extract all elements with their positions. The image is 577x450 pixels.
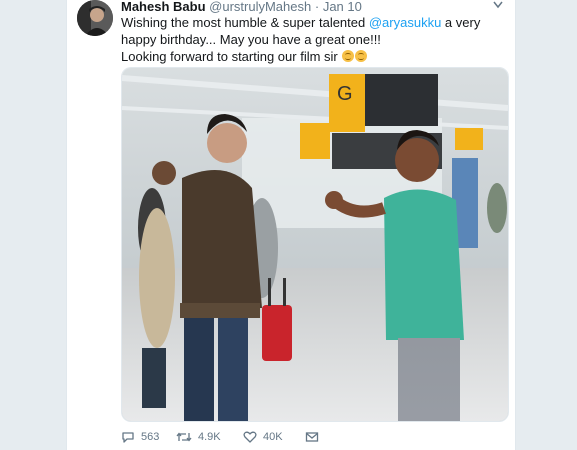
like-button[interactable]: 40K: [243, 430, 283, 444]
avatar-image: [77, 0, 113, 36]
smiling-face-emoji-icon: [342, 50, 355, 62]
envelope-icon: [305, 432, 319, 442]
tweet-text-part1: Wishing the most humble & super talented: [121, 15, 369, 30]
author-name[interactable]: Mahesh Babu: [121, 0, 206, 14]
retweet-count: 4.9K: [198, 431, 221, 443]
retweet-icon: [176, 432, 192, 442]
tweet-photo[interactable]: G: [121, 67, 509, 422]
reply-icon: [122, 432, 134, 443]
reply-count: 563: [141, 431, 160, 443]
author-handle[interactable]: @urstrulyMahesh: [209, 0, 311, 14]
tweet-text-line2: Looking forward to starting our film sir: [121, 49, 338, 64]
reply-button[interactable]: 563: [121, 430, 159, 444]
like-count: 40K: [263, 431, 283, 443]
heart-icon: [243, 431, 257, 443]
tweet-date[interactable]: Jan 10: [323, 0, 362, 14]
tweet-text: Wishing the most humble & super talented…: [121, 14, 501, 65]
chevron-down-icon[interactable]: [493, 0, 503, 12]
direct-message-button[interactable]: [305, 430, 319, 444]
retweet-button[interactable]: 4.9K: [176, 430, 221, 444]
author-avatar[interactable]: [77, 0, 113, 36]
mention-link[interactable]: @aryasukku: [369, 15, 441, 30]
tweet-actions: 563 4.9K 40K: [121, 430, 501, 446]
smiling-face-emoji-icon: [355, 50, 368, 62]
tweet-header: Mahesh Babu @urstrulyMahesh · Jan 10: [121, 0, 362, 14]
tweet-card: Mahesh Babu @urstrulyMahesh · Jan 10 Wis…: [66, 0, 516, 450]
svg-text:G: G: [337, 83, 353, 105]
header-separator: ·: [314, 0, 320, 14]
airport-photo: G: [122, 68, 508, 421]
